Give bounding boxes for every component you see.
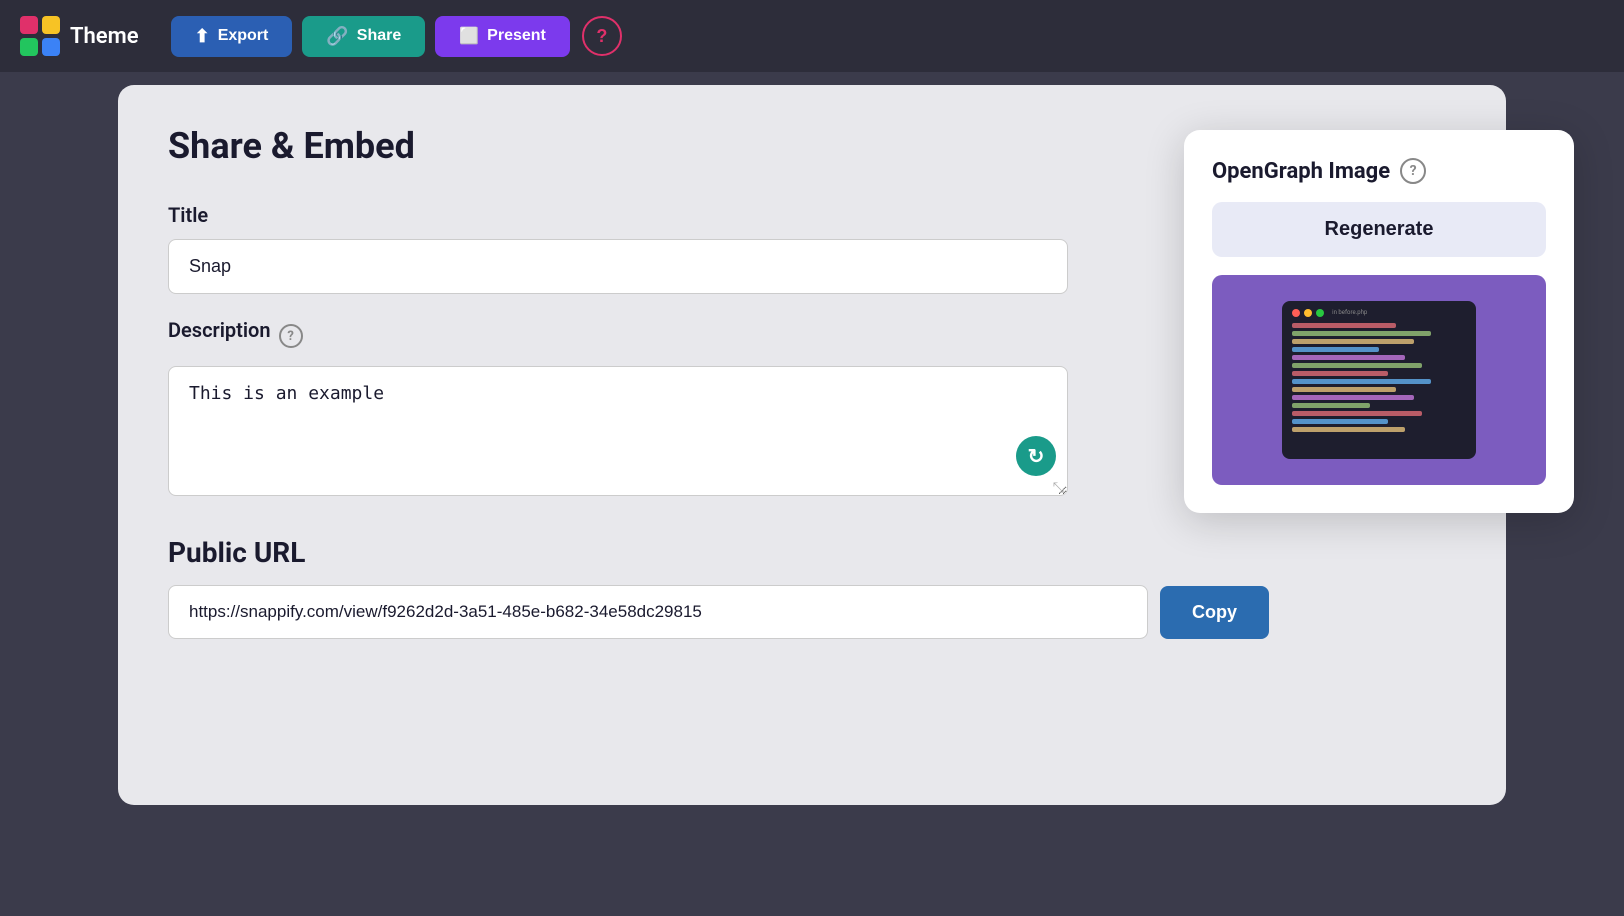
code-line-10: [1292, 395, 1414, 400]
code-line-13: [1292, 419, 1388, 424]
resize-handle-icon: ⤡: [1053, 480, 1064, 496]
description-help-icon[interactable]: ?: [279, 324, 303, 348]
present-icon: ⬜: [459, 26, 479, 46]
url-row: Copy: [168, 585, 1456, 639]
help-button[interactable]: ?: [582, 16, 622, 56]
og-header: OpenGraph Image ?: [1212, 158, 1546, 184]
modal-title: Share & Embed: [168, 125, 415, 167]
code-line-12: [1292, 411, 1422, 416]
code-line-14: [1292, 427, 1405, 432]
opengraph-popup: OpenGraph Image ? Regenerate in before.p…: [1184, 130, 1574, 513]
present-button[interactable]: ⬜ Present: [435, 16, 570, 57]
share-label: Share: [357, 27, 401, 45]
present-label: Present: [487, 27, 546, 45]
copy-label: Copy: [1192, 602, 1237, 622]
title-input[interactable]: [168, 239, 1068, 294]
export-button[interactable]: ⬆ Export: [171, 16, 293, 57]
topbar: Theme ⬆ Export 🔗 Share ⬜ Present ?: [0, 0, 1624, 72]
copy-button[interactable]: Copy: [1160, 586, 1269, 639]
code-line-6: [1292, 363, 1422, 368]
code-line-1: [1292, 323, 1396, 328]
code-line-11: [1292, 403, 1370, 408]
code-line-7: [1292, 371, 1388, 376]
code-line-5: [1292, 355, 1405, 360]
topbar-buttons: ⬆ Export 🔗 Share ⬜ Present: [171, 16, 570, 57]
regenerate-label: Regenerate: [1325, 218, 1434, 240]
code-line-8: [1292, 379, 1431, 384]
window-dots: in before.php: [1292, 309, 1466, 317]
dot-yellow: [1304, 309, 1312, 317]
ai-icon: ↻: [1028, 444, 1045, 469]
public-url-input[interactable]: [168, 585, 1148, 639]
share-button[interactable]: 🔗 Share: [302, 16, 425, 57]
code-line-3: [1292, 339, 1414, 344]
logo-icon: [20, 16, 60, 56]
code-line-9: [1292, 387, 1396, 392]
filename-label: in before.php: [1332, 309, 1367, 317]
public-url-title: Public URL: [168, 536, 1456, 569]
og-title: OpenGraph Image: [1212, 159, 1390, 184]
dot-red: [1292, 309, 1300, 317]
description-label: Description: [168, 318, 271, 342]
code-lines: [1292, 323, 1466, 432]
help-icon: ?: [596, 26, 607, 47]
code-editor-preview: in before.php: [1282, 301, 1476, 459]
og-help-icon[interactable]: ?: [1400, 158, 1426, 184]
share-icon: 🔗: [326, 26, 348, 47]
app-title: Theme: [70, 24, 139, 49]
export-label: Export: [218, 27, 269, 45]
export-icon: ⬆: [195, 26, 210, 47]
description-textarea[interactable]: This is an example: [168, 366, 1068, 496]
regenerate-button[interactable]: Regenerate: [1212, 202, 1546, 257]
code-line-4: [1292, 347, 1379, 352]
logo: Theme: [20, 16, 139, 56]
ai-generate-button[interactable]: ↻: [1016, 436, 1056, 476]
description-wrapper: This is an example ↻ ⤡: [168, 366, 1068, 500]
code-line-2: [1292, 331, 1431, 336]
og-image-preview: in before.php: [1212, 275, 1546, 485]
dot-green: [1316, 309, 1324, 317]
